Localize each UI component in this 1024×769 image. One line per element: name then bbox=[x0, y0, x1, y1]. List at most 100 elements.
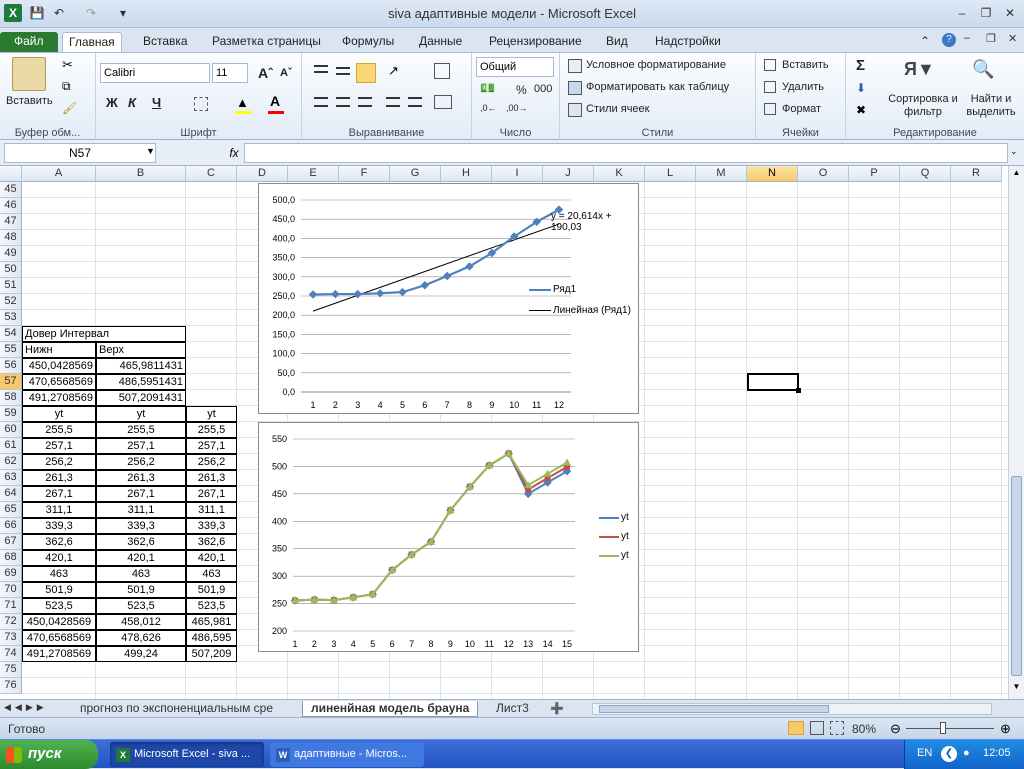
align-center-icon[interactable] bbox=[336, 97, 350, 107]
column-header-A[interactable]: A bbox=[22, 166, 96, 182]
increase-indent-icon[interactable] bbox=[408, 97, 422, 107]
vertical-scrollbar[interactable]: ▲ ▼ bbox=[1008, 166, 1024, 699]
yt-cell[interactable]: 311,1 bbox=[186, 502, 237, 518]
cell-B55[interactable]: Верх bbox=[96, 342, 186, 358]
sort-filter-button[interactable]: Сортировка и фильтр bbox=[886, 93, 960, 119]
zoom-slider-thumb[interactable] bbox=[940, 722, 946, 734]
column-header-Q[interactable]: Q bbox=[900, 166, 951, 182]
yt-cell[interactable]: 255,5 bbox=[22, 422, 96, 438]
cell-B58[interactable]: 507,2091431 bbox=[96, 390, 186, 406]
minimize-button[interactable]: – bbox=[950, 4, 974, 22]
row-header-45[interactable]: 45 bbox=[0, 182, 22, 198]
close-button[interactable]: ✕ bbox=[998, 4, 1022, 22]
row-header-72[interactable]: 72 bbox=[0, 614, 22, 630]
column-header-N[interactable]: N bbox=[747, 166, 798, 182]
row-header-55[interactable]: 55 bbox=[0, 342, 22, 358]
decrease-indent-icon[interactable] bbox=[386, 97, 400, 107]
yt-cell[interactable]: 339,3 bbox=[96, 518, 186, 534]
row-header-66[interactable]: 66 bbox=[0, 518, 22, 534]
chart-yt-comparison[interactable]: 550 500 450 400 350 300 250 200 1 2 3 4 5 6 7 8 9 10 11 12 1… bbox=[258, 422, 639, 652]
tab-file[interactable]: Файл bbox=[0, 32, 58, 52]
scroll-down-icon[interactable]: ▼ bbox=[1011, 682, 1022, 694]
yt-cell[interactable]: 463 bbox=[186, 566, 237, 582]
yt-cell[interactable]: 311,1 bbox=[22, 502, 96, 518]
column-header-O[interactable]: O bbox=[798, 166, 849, 182]
insert-function-button[interactable]: fx bbox=[224, 143, 244, 163]
tab-insert[interactable]: Вставка bbox=[137, 32, 194, 52]
yt-cell[interactable]: 362,6 bbox=[96, 534, 186, 550]
yt-cell[interactable]: 501,9 bbox=[22, 582, 96, 598]
hscroll-thumb[interactable] bbox=[599, 705, 829, 713]
yt-cell[interactable]: 257,1 bbox=[96, 438, 186, 454]
scroll-up-icon[interactable]: ▲ bbox=[1011, 168, 1022, 180]
ribbon-minimize-icon[interactable]: ⌃ bbox=[920, 34, 930, 48]
row-header-47[interactable]: 47 bbox=[0, 214, 22, 230]
help-icon[interactable]: ? bbox=[942, 33, 956, 47]
cell-B57[interactable]: 486,5951431 bbox=[96, 374, 186, 390]
yt-cell[interactable]: 491,2708569 bbox=[22, 646, 96, 662]
currency-icon[interactable]: 💵 bbox=[480, 81, 495, 95]
yt-cell[interactable]: 486,595 bbox=[186, 630, 237, 646]
cell-A56[interactable]: 450,0428569 bbox=[22, 358, 96, 374]
column-header-C[interactable]: C bbox=[186, 166, 237, 182]
underline-button[interactable]: Ч bbox=[152, 95, 161, 110]
yt-cell[interactable]: 255,5 bbox=[96, 422, 186, 438]
yt-cell[interactable]: 499,24 bbox=[96, 646, 186, 662]
column-header-E[interactable]: E bbox=[288, 166, 339, 182]
find-select-button[interactable]: Найти и выделить bbox=[960, 93, 1022, 119]
column-header-H[interactable]: H bbox=[441, 166, 492, 182]
row-header-57[interactable]: 57 bbox=[0, 374, 22, 390]
yt-cell[interactable]: 267,1 bbox=[96, 486, 186, 502]
restore-button[interactable]: ❐ bbox=[974, 4, 998, 22]
normal-view-icon[interactable] bbox=[788, 721, 804, 735]
tab-review[interactable]: Рецензирование bbox=[483, 32, 588, 52]
yt-cell[interactable]: 261,3 bbox=[186, 470, 237, 486]
worksheet-grid[interactable]: ABCDEFGHIJKLMNOPQR 45 46 47 48 49 50 51 52 53 54 5… bbox=[0, 166, 1008, 699]
delete-cells-button[interactable]: Удалить bbox=[782, 81, 824, 93]
row-header-67[interactable]: 67 bbox=[0, 534, 22, 550]
yt-cell[interactable]: 501,9 bbox=[186, 582, 237, 598]
row-header-59[interactable]: 59 bbox=[0, 406, 22, 422]
formula-input[interactable] bbox=[244, 143, 1008, 163]
column-header-L[interactable]: L bbox=[645, 166, 696, 182]
selected-cell-n57[interactable] bbox=[747, 373, 799, 391]
paste-button[interactable]: Вставить bbox=[6, 95, 53, 107]
scroll-thumb[interactable] bbox=[1011, 476, 1022, 676]
yt-cell[interactable]: 311,1 bbox=[96, 502, 186, 518]
column-header-M[interactable]: M bbox=[696, 166, 747, 182]
yt-cell[interactable]: yt bbox=[186, 406, 237, 422]
tray-arrow-icon[interactable]: ❮ bbox=[941, 746, 957, 762]
yt-cell[interactable]: 339,3 bbox=[186, 518, 237, 534]
clear-icon[interactable]: ✖ bbox=[856, 103, 866, 117]
row-header-49[interactable]: 49 bbox=[0, 246, 22, 262]
yt-cell[interactable]: 261,3 bbox=[22, 470, 96, 486]
workbook-restore-button[interactable]: ❐ bbox=[986, 32, 996, 45]
row-header-58[interactable]: 58 bbox=[0, 390, 22, 406]
cut-icon[interactable]: ✂ bbox=[62, 57, 73, 73]
align-middle-icon[interactable] bbox=[336, 67, 350, 75]
row-header-64[interactable]: 64 bbox=[0, 486, 22, 502]
row-header-60[interactable]: 60 bbox=[0, 422, 22, 438]
expand-formula-icon[interactable]: ⌄ bbox=[1010, 146, 1018, 157]
align-right-icon[interactable] bbox=[358, 97, 372, 107]
fill-color-icon[interactable]: ▲ bbox=[236, 95, 249, 110]
font-size-select[interactable]: 11 bbox=[212, 63, 248, 83]
yt-cell[interactable]: 261,3 bbox=[96, 470, 186, 486]
yt-cell[interactable]: 267,1 bbox=[22, 486, 96, 502]
taskbar-excel[interactable]: Microsoft Excel - siva ... bbox=[110, 742, 264, 767]
orientation-icon[interactable]: ↗ bbox=[388, 63, 399, 79]
column-header-G[interactable]: G bbox=[390, 166, 441, 182]
taskbar-word[interactable]: адаптивные - Micros... bbox=[270, 742, 424, 767]
yt-cell[interactable]: yt bbox=[96, 406, 186, 422]
yt-cell[interactable]: 478,626 bbox=[96, 630, 186, 646]
sheet-tab-2[interactable]: линенйная модель брауна bbox=[302, 701, 479, 717]
cell-A58[interactable]: 491,2708569 bbox=[22, 390, 96, 406]
cell-A57[interactable]: 470,6568569 bbox=[22, 374, 96, 390]
insert-cells-button[interactable]: Вставить bbox=[782, 59, 829, 71]
zoom-slider[interactable] bbox=[906, 728, 994, 729]
column-header-R[interactable]: R bbox=[951, 166, 1002, 182]
column-header-K[interactable]: K bbox=[594, 166, 645, 182]
thousands-button[interactable]: 000 bbox=[534, 83, 552, 95]
yt-cell[interactable]: 501,9 bbox=[96, 582, 186, 598]
tab-view[interactable]: Вид bbox=[600, 32, 634, 52]
